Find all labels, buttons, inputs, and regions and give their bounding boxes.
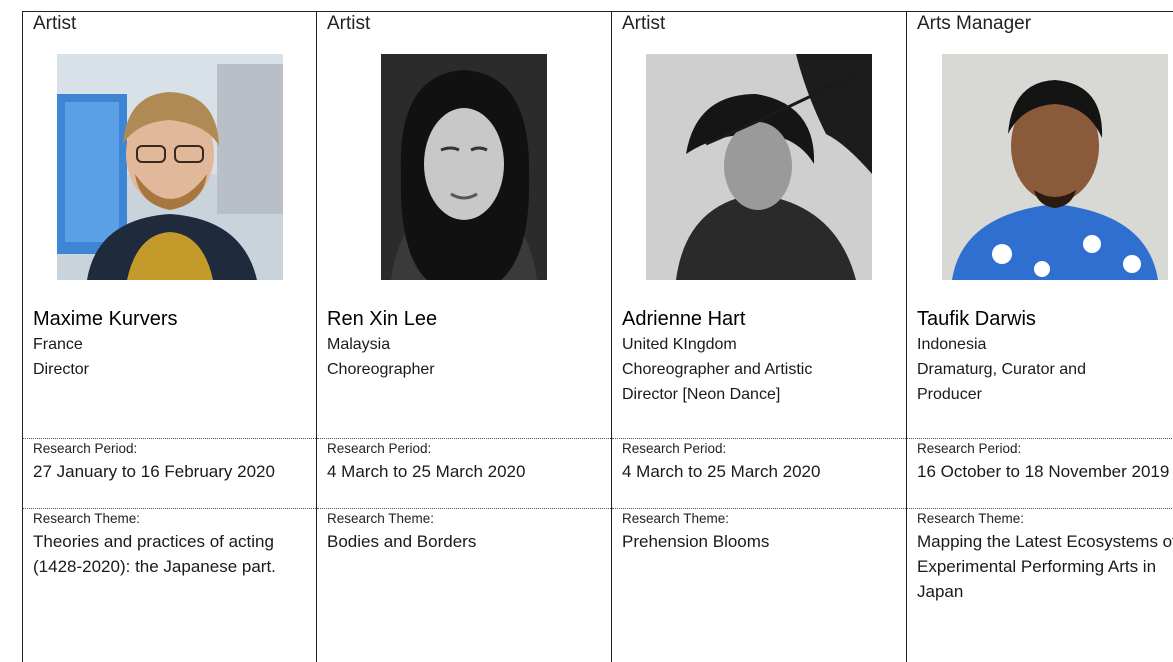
portrait-image <box>381 54 547 280</box>
research-theme-cell: Research Theme: Prehension Blooms <box>611 508 907 662</box>
profile-name: Maxime Kurvers <box>33 308 178 330</box>
research-period-label: Research Period: <box>33 441 138 456</box>
research-period-cell: Research Period: 4 March to 25 March 202… <box>611 438 907 509</box>
portrait-photo-taufik-darwis <box>941 54 1168 280</box>
research-period-row: Research Period: 27 January to 16 Februa… <box>22 438 1173 509</box>
research-period-label: Research Period: <box>917 441 1022 456</box>
research-period-cell: Research Period: 4 March to 25 March 202… <box>316 438 612 509</box>
research-period-label: Research Period: <box>327 441 432 456</box>
profile-name: Adrienne Hart <box>622 308 746 330</box>
profile-row: Artist Maxime Kurvers France Director Ar… <box>22 11 1173 439</box>
portrait-image <box>646 54 872 280</box>
research-theme-label: Research Theme: <box>917 511 1025 526</box>
research-period-cell: Research Period: 16 October to 18 Novemb… <box>906 438 1173 509</box>
profile-country: France <box>33 336 83 353</box>
research-theme-cell: Research Theme: Mapping the Latest Ecosy… <box>906 508 1173 662</box>
profile-card-ren-xin-lee: Artist Ren Xin Lee Malaysia Choreographe… <box>316 11 612 439</box>
profile-name: Taufik Darwis <box>917 308 1036 330</box>
role-label: Artist <box>33 13 77 34</box>
research-theme-cell: Research Theme: Bodies and Borders <box>316 508 612 662</box>
role-label: Artist <box>622 13 666 34</box>
profile-country: Indonesia <box>917 336 987 353</box>
profile-card-maxime-kurvers: Artist Maxime Kurvers France Director <box>22 11 317 439</box>
profile-card-taufik-darwis: Arts Manager Taufik Darwis Indonesia Dra… <box>906 11 1173 439</box>
profile-country: United KIngdom <box>622 336 737 353</box>
research-theme-value: Prehension Blooms <box>622 532 770 551</box>
research-period-value: 27 January to 16 February 2020 <box>33 462 275 481</box>
research-period-label: Research Period: <box>622 441 727 456</box>
profile-position-line-1: Dramaturg, Curator and <box>917 361 1086 378</box>
profile-position-line-2: Producer <box>917 386 982 403</box>
research-theme-row: Research Theme: Theories and practices o… <box>22 508 1173 662</box>
role-label: Artist <box>327 13 371 34</box>
profiles-table: Artist Maxime Kurvers France Director Ar… <box>22 11 1173 662</box>
profile-position-line-1: Choreographer and Artistic <box>622 361 813 378</box>
profile-position-line-2: Director [Neon Dance] <box>622 386 781 403</box>
profile-position: Choreographer <box>327 361 435 378</box>
research-theme-value: Theories and practices of acting (1428-2… <box>33 532 276 576</box>
research-theme-label: Research Theme: <box>33 511 141 526</box>
portrait-photo-maxime-kurvers <box>56 54 283 280</box>
research-theme-value: Bodies and Borders <box>327 532 477 551</box>
profile-country: Malaysia <box>327 336 391 353</box>
research-theme-label: Research Theme: <box>622 511 730 526</box>
role-label: Arts Manager <box>917 13 1032 34</box>
portrait-image <box>56 54 283 280</box>
research-period-value: 4 March to 25 March 2020 <box>622 462 821 481</box>
research-period-value: 4 March to 25 March 2020 <box>327 462 526 481</box>
profile-name: Ren Xin Lee <box>327 308 438 330</box>
portrait-photo-ren-xin-lee <box>381 54 547 280</box>
profile-card-adrienne-hart: Artist Adrienne Hart United KIngdom Chor… <box>611 11 907 439</box>
portrait-image <box>941 54 1168 280</box>
research-period-cell: Research Period: 27 January to 16 Februa… <box>22 438 317 509</box>
portrait-photo-adrienne-hart <box>646 54 872 280</box>
research-period-value: 16 October to 18 November 2019 <box>917 462 1170 481</box>
research-theme-label: Research Theme: <box>327 511 435 526</box>
research-theme-cell: Research Theme: Theories and practices o… <box>22 508 317 662</box>
profile-position: Director <box>33 361 90 378</box>
research-theme-value: Mapping the Latest Ecosystems of Experim… <box>917 532 1173 601</box>
